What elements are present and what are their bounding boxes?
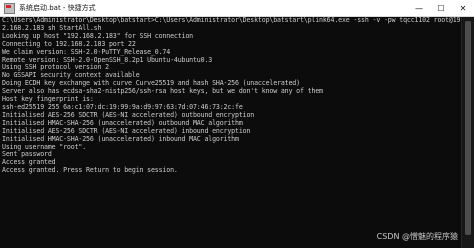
console-app-icon [4, 2, 15, 14]
title-bar: 系统启动.bat - 快捷方式 — ☐ ✕ [0, 0, 474, 17]
console-line: Using username "root". [2, 142, 87, 151]
console-line: Access granted. Press Return to begin se… [2, 166, 178, 175]
window-controls: — ☐ ✕ [408, 0, 474, 16]
maximize-button[interactable]: ☐ [430, 0, 452, 16]
console-output[interactable]: C:\Users\Administrator\Desktop\batstart>… [2, 17, 460, 245]
console-line: Sent password [2, 150, 52, 159]
close-button[interactable]: ✕ [452, 0, 474, 16]
scrollbar-thumb[interactable] [465, 21, 471, 235]
watermark: CSDN @憎魅的程序猿 [376, 232, 458, 241]
window-title: 系统启动.bat - 快捷方式 [19, 4, 96, 12]
minimize-button[interactable]: — [408, 0, 430, 16]
vertical-scrollbar[interactable] [461, 17, 474, 248]
